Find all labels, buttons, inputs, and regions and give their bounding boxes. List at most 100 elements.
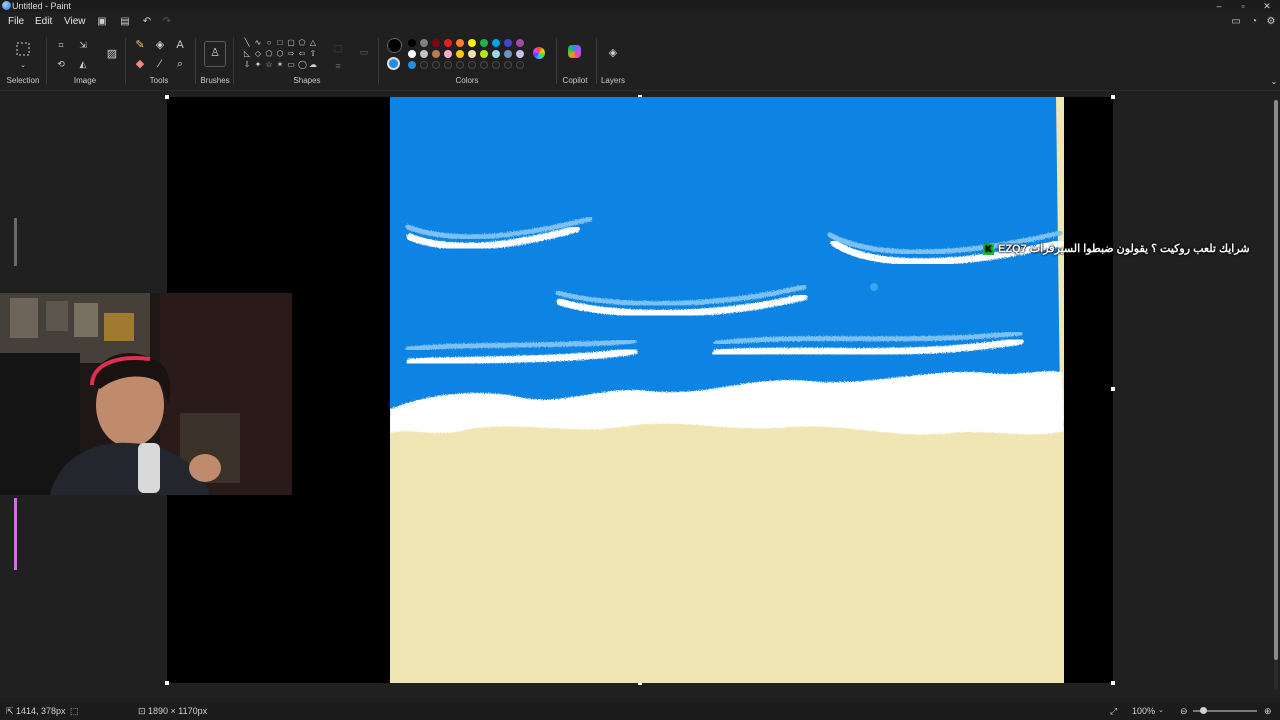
- color-swatch[interactable]: [456, 50, 464, 58]
- menu-edit[interactable]: Edit: [35, 15, 52, 29]
- color-swatch[interactable]: [420, 50, 428, 58]
- selection-rectangle-icon[interactable]: [15, 42, 31, 58]
- flip-icon[interactable]: ◭: [75, 56, 91, 72]
- rotate-icon[interactable]: ⟲: [53, 56, 69, 72]
- fit-to-window-icon[interactable]: ⤢: [1110, 702, 1117, 720]
- image-select-icon[interactable]: ▨: [104, 46, 120, 62]
- custom-color-swatch[interactable]: [432, 61, 440, 69]
- shape-fill-icon[interactable]: ▭: [356, 44, 372, 60]
- restore-icon[interactable]: ▫: [1231, 0, 1255, 12]
- collapse-ribbon-icon[interactable]: ⌄: [1266, 74, 1280, 90]
- scrollbar-thumb[interactable]: [1274, 100, 1278, 660]
- hexagon-shape-icon[interactable]: ⬡: [276, 50, 284, 58]
- color-swatch[interactable]: [456, 39, 464, 47]
- color-swatch[interactable]: [492, 39, 500, 47]
- rectangle-shape-icon[interactable]: □: [276, 39, 284, 47]
- custom-color-swatch[interactable]: [492, 61, 500, 69]
- magnifier-icon[interactable]: ⌕: [172, 56, 188, 72]
- color-swatch[interactable]: [468, 50, 476, 58]
- text-tool-icon[interactable]: A: [172, 37, 188, 53]
- zoom-dropdown-icon[interactable]: ⌄: [1158, 702, 1164, 720]
- color-swatch[interactable]: [468, 39, 476, 47]
- arrow-up-shape-icon[interactable]: ⇧: [309, 50, 317, 58]
- eraser-icon[interactable]: ◆: [132, 56, 148, 72]
- four-point-star-shape-icon[interactable]: ✦: [254, 61, 262, 69]
- open-folder-icon[interactable]: ▤: [118, 15, 132, 29]
- brush-icon[interactable]: ♙: [204, 41, 226, 67]
- redo-icon[interactable]: ↷: [160, 15, 174, 29]
- cloud-callout-shape-icon[interactable]: ☁: [309, 61, 317, 69]
- layers-icon[interactable]: ◈: [605, 45, 621, 61]
- shape-size-icon[interactable]: ≡: [330, 58, 346, 74]
- save-icon[interactable]: ▣: [95, 15, 109, 29]
- zoom-level[interactable]: 100%: [1132, 702, 1155, 720]
- custom-color-swatch[interactable]: [480, 61, 488, 69]
- fill-bucket-icon[interactable]: ◈: [152, 37, 168, 53]
- rounded-rectangle-shape-icon[interactable]: ▢: [287, 39, 295, 47]
- pentagon-shape-icon[interactable]: ⬠: [265, 50, 273, 58]
- custom-color-swatch[interactable]: [468, 61, 476, 69]
- diamond-shape-icon[interactable]: ◇: [254, 50, 262, 58]
- color-swatch[interactable]: [444, 50, 452, 58]
- edit-colors-icon[interactable]: [533, 47, 545, 59]
- triangle-shape-icon[interactable]: △: [309, 39, 317, 47]
- custom-color-swatch[interactable]: [456, 61, 464, 69]
- color-swatch[interactable]: [492, 50, 500, 58]
- pencil-icon[interactable]: ✎: [132, 37, 148, 53]
- color-swatch[interactable]: [504, 39, 512, 47]
- color-swatch[interactable]: [516, 50, 524, 58]
- zoom-in-icon[interactable]: ⊕: [1264, 702, 1272, 720]
- custom-color-swatch[interactable]: [504, 61, 512, 69]
- callout-shape-icon[interactable]: ▭: [287, 61, 295, 69]
- color-swatch[interactable]: [480, 50, 488, 58]
- arrow-left-shape-icon[interactable]: ⇦: [298, 50, 306, 58]
- zoom-slider-thumb[interactable]: [1200, 707, 1207, 714]
- oval-callout-shape-icon[interactable]: ◯: [298, 61, 307, 69]
- color-swatch[interactable]: [432, 39, 440, 47]
- color-swatch[interactable]: [408, 39, 416, 47]
- custom-color-swatch[interactable]: [516, 61, 524, 69]
- account-icon[interactable]: ◔: [1247, 15, 1261, 29]
- close-icon[interactable]: ✕: [1255, 0, 1279, 12]
- arrow-down-shape-icon[interactable]: ⇩: [243, 61, 251, 69]
- canvas-resize-handle[interactable]: [1111, 387, 1115, 391]
- share-icon[interactable]: ▭: [1229, 15, 1243, 29]
- polygon-shape-icon[interactable]: ⬠: [298, 39, 306, 47]
- canvas-resize-handle[interactable]: [165, 681, 169, 685]
- right-triangle-shape-icon[interactable]: ◺: [243, 50, 251, 58]
- six-point-star-shape-icon[interactable]: ✶: [276, 61, 284, 69]
- menu-file[interactable]: File: [8, 15, 24, 29]
- custom-color-swatch[interactable]: [420, 61, 428, 69]
- minimize-icon[interactable]: –: [1207, 0, 1231, 12]
- selection-dropdown-icon[interactable]: ⌄: [15, 58, 31, 74]
- undo-icon[interactable]: ↶: [140, 15, 154, 29]
- secondary-color-swatch[interactable]: [387, 57, 400, 70]
- color-picker-icon[interactable]: ⁄: [152, 56, 168, 72]
- canvas-resize-handle[interactable]: [165, 95, 169, 99]
- zoom-out-icon[interactable]: ⊖: [1180, 702, 1188, 720]
- color-swatch[interactable]: [432, 50, 440, 58]
- color-swatch[interactable]: [516, 39, 524, 47]
- color-swatch[interactable]: [444, 39, 452, 47]
- color-swatch[interactable]: [480, 39, 488, 47]
- shape-outline-icon[interactable]: ⬚: [330, 40, 346, 56]
- custom-color-swatch[interactable]: [408, 61, 416, 69]
- custom-color-swatch[interactable]: [444, 61, 452, 69]
- five-point-star-shape-icon[interactable]: ☆: [265, 61, 273, 69]
- line-shape-icon[interactable]: ╲: [243, 39, 251, 47]
- color-swatch[interactable]: [420, 39, 428, 47]
- color-swatch[interactable]: [408, 50, 416, 58]
- vertical-scrollbar[interactable]: [1274, 100, 1278, 690]
- canvas-resize-handle[interactable]: [1111, 681, 1115, 685]
- curve-shape-icon[interactable]: ∿: [254, 39, 262, 47]
- color-swatch[interactable]: [504, 50, 512, 58]
- canvas-resize-handle[interactable]: [1111, 95, 1115, 99]
- oval-shape-icon[interactable]: ○: [265, 39, 273, 47]
- arrow-right-shape-icon[interactable]: ⇨: [287, 50, 295, 58]
- copilot-icon[interactable]: [568, 45, 581, 58]
- resize-icon[interactable]: ⇲: [75, 37, 91, 53]
- crop-icon[interactable]: ⌗: [53, 37, 69, 53]
- menu-view[interactable]: View: [64, 15, 86, 29]
- primary-color-swatch[interactable]: [387, 38, 402, 53]
- settings-gear-icon[interactable]: ⚙: [1264, 15, 1278, 29]
